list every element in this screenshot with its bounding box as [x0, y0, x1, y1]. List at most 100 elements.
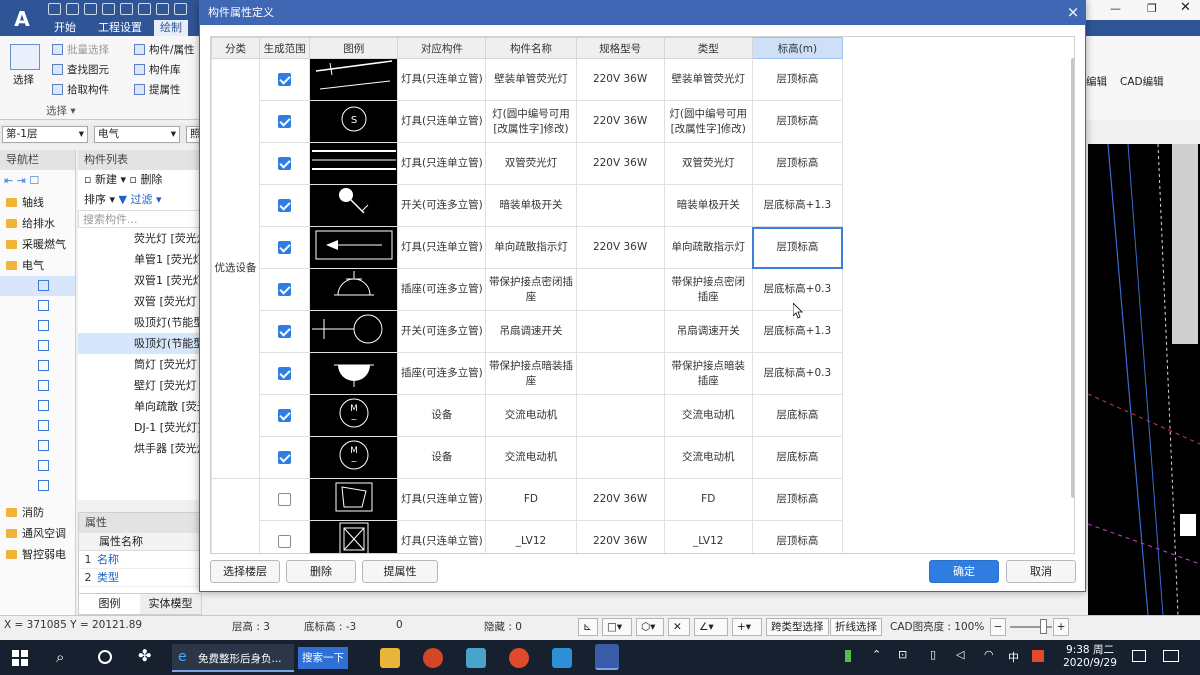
app-close-icon[interactable]: ✕	[1180, 0, 1191, 15]
nav-sub-box[interactable]	[0, 436, 75, 456]
component-list-item[interactable]: 筒灯 [荧光灯 2	[78, 354, 201, 375]
generate-range-cell[interactable]	[259, 436, 311, 479]
save-icon[interactable]	[84, 3, 97, 15]
component-list-item[interactable]: 双管1 [荧光灯	[78, 270, 201, 291]
property-row[interactable]: 1 名称	[79, 551, 201, 569]
minimize-icon[interactable]: —	[1110, 2, 1121, 15]
generate-range-checkbox[interactable]	[278, 282, 292, 296]
generate-range-checkbox[interactable]	[278, 366, 292, 380]
tray-network-icon[interactable]: ⊡	[898, 648, 907, 661]
type-cell[interactable]: 灯(圆中编号可用[改属性字]修改)	[663, 100, 753, 143]
ime-indicator[interactable]: 中	[1008, 649, 1019, 665]
angle-icon[interactable]: ∠▾	[694, 618, 728, 636]
elevation-cell[interactable]: 层顶标高	[751, 520, 844, 553]
elevation-cell[interactable]: 层底标高+1.3	[751, 184, 844, 227]
insert-icon[interactable]: +▾	[732, 618, 762, 636]
corresponding-component-cell[interactable]: 灯具(只连单立管)	[397, 520, 487, 553]
component-list-item[interactable]: DJ-1 [荧光灯]	[78, 417, 201, 438]
generate-range-checkbox[interactable]	[278, 408, 292, 422]
sogou-icon[interactable]	[1032, 650, 1044, 662]
extract-property-button[interactable]: 提属性	[362, 560, 438, 583]
corresponding-component-cell[interactable]: 开关(可连多立管)	[397, 310, 487, 353]
type-cell[interactable]: FD	[663, 478, 753, 521]
nav-sub-switch[interactable]	[0, 296, 75, 316]
nav-item-hvac[interactable]: 通风空调	[0, 523, 75, 544]
dialog-close-icon[interactable]: ×	[1062, 1, 1084, 25]
tab-draw[interactable]: 绘制	[154, 20, 188, 36]
column-header[interactable]: 构件名称	[485, 37, 577, 59]
nav-sub-light[interactable]	[0, 276, 75, 296]
component-list-item[interactable]: 双管 [荧光灯	[78, 291, 201, 312]
filter-button[interactable]: ▼ 过滤 ▾	[119, 193, 162, 206]
component-name-cell[interactable]: 单向疏散指示灯	[485, 226, 577, 269]
property-row[interactable]: 2 类型	[79, 569, 201, 587]
select-group-label[interactable]: 选择 ▾	[46, 103, 76, 118]
corresponding-component-cell[interactable]: 插座(可连多立管)	[397, 268, 487, 311]
taskbar-browser[interactable]: e 免费整形后身负...	[172, 644, 294, 672]
generate-range-cell[interactable]	[259, 142, 311, 185]
spec-cell[interactable]	[575, 268, 665, 311]
undo-icon[interactable]	[120, 3, 133, 15]
nav-item-axis[interactable]: 轴线	[0, 192, 75, 213]
open-file-icon[interactable]	[66, 3, 79, 15]
component-prop-button[interactable]: 构件/属性	[134, 42, 195, 57]
ortho-icon[interactable]: ⊾	[578, 618, 598, 636]
nav-sub-device[interactable]	[0, 356, 75, 376]
type-cell[interactable]: 交流电动机	[663, 394, 753, 437]
spec-cell[interactable]	[575, 184, 665, 227]
search-icon[interactable]: ⌕	[56, 648, 64, 666]
component-list-item[interactable]: 吸顶灯(节能型	[78, 333, 201, 354]
delete-comp-button[interactable]: ▫ 删除	[129, 173, 162, 186]
tab-project-settings[interactable]: 工程设置	[92, 20, 148, 36]
component-name-cell[interactable]: 交流电动机	[485, 394, 577, 437]
component-name-cell[interactable]: 交流电动机	[485, 436, 577, 479]
generate-range-cell[interactable]	[259, 226, 311, 269]
clock-time[interactable]: 9:38 周二	[1060, 642, 1120, 657]
chart-icon[interactable]	[174, 3, 187, 15]
table-row[interactable]: M ~ 设备 交流电动机 交流电动机 层底标高	[212, 394, 844, 437]
tab-start[interactable]: 开始	[48, 20, 82, 36]
cad-edit-button[interactable]: CAD编辑	[1120, 74, 1164, 89]
generate-range-checkbox[interactable]	[278, 198, 292, 212]
corresponding-component-cell[interactable]: 灯具(只连单立管)	[397, 142, 487, 185]
cad-canvas[interactable]	[1087, 143, 1200, 616]
select-button[interactable]: 选择	[13, 72, 34, 87]
component-name-cell[interactable]: 吊扇调速开关	[485, 310, 577, 353]
spec-cell[interactable]	[575, 310, 665, 353]
tab-legend[interactable]: 图例	[79, 594, 140, 614]
table-row[interactable]: 开关(可连多立管) 吊扇调速开关 吊扇调速开关 层底标高+1.3	[212, 310, 844, 353]
app-logo-icon[interactable]: A	[8, 6, 36, 32]
ok-button[interactable]: 确定	[929, 560, 999, 583]
elevation-cell[interactable]: 层顶标高	[751, 142, 844, 185]
nav-item-heating[interactable]: 采暖燃气	[0, 234, 75, 255]
folder-icon[interactable]	[156, 3, 169, 15]
corresponding-component-cell[interactable]: 灯具(只连单立管)	[397, 478, 487, 521]
new-button[interactable]: ▫ 新建 ▾	[84, 173, 126, 186]
nav-sub-pipe[interactable]	[0, 396, 75, 416]
type-cell[interactable]: 吊扇调速开关	[663, 310, 753, 353]
spec-cell[interactable]: 220V 36W	[575, 520, 665, 553]
powerpoint-icon[interactable]	[423, 648, 443, 668]
keyboard-icon[interactable]	[1163, 650, 1179, 662]
spec-cell[interactable]	[575, 394, 665, 437]
component-name-cell[interactable]: 暗装单极开关	[485, 184, 577, 227]
component-lib-button[interactable]: 构件库	[134, 62, 181, 77]
taskbar-search-button[interactable]: 搜索一下	[298, 647, 348, 669]
generate-range-checkbox[interactable]	[278, 450, 292, 464]
snap-icon[interactable]: □▾	[602, 618, 632, 636]
table-row[interactable]: S 灯具(只连单立管) 灯(圆中编号可用[改属性字]修改) 220V 36W 灯(圆中编…	[212, 100, 844, 143]
nav-sub-tray[interactable]	[0, 416, 75, 436]
tab-solid-model[interactable]: 实体模型	[140, 594, 201, 614]
elevation-cell[interactable]: 层底标高+0.3	[751, 352, 844, 395]
generate-range-checkbox[interactable]	[278, 114, 292, 128]
select-tool-icon[interactable]	[10, 44, 40, 70]
cross-icon[interactable]: ✕	[668, 618, 690, 636]
task-view-icon[interactable]	[98, 650, 112, 664]
generate-range-cell[interactable]	[259, 394, 311, 437]
type-cell[interactable]: 带保护接点密闭插座	[663, 268, 753, 311]
select-floor-button[interactable]: 选择楼层	[210, 560, 280, 583]
type-cell[interactable]: 壁装单管荧光灯	[663, 58, 753, 101]
find-element-button[interactable]: 查找图元	[52, 62, 109, 77]
generate-range-cell[interactable]	[259, 184, 311, 227]
generate-range-checkbox[interactable]	[278, 324, 292, 338]
